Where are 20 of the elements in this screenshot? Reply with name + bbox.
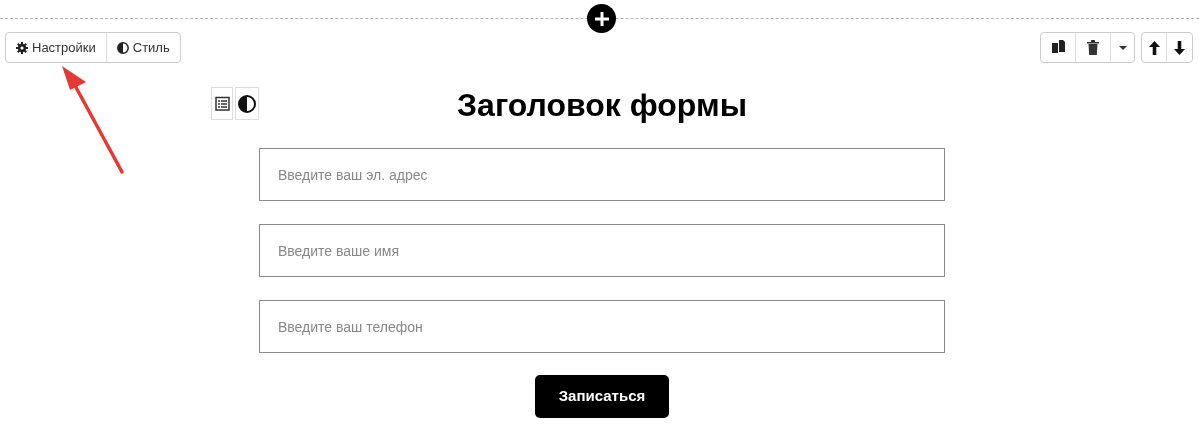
gear-icon [16, 41, 28, 54]
submit-button[interactable]: Записаться [535, 375, 669, 418]
contrast-icon [116, 41, 129, 54]
arrow-down-icon [1174, 40, 1185, 55]
plus-icon [593, 10, 610, 27]
input-field[interactable]: Введите ваш эл. адрес [259, 148, 945, 201]
form-style-button[interactable] [235, 87, 259, 120]
add-block-button[interactable] [587, 4, 616, 33]
contrast-icon [238, 94, 256, 113]
input-field[interactable]: Введите ваше имя [259, 224, 945, 277]
trash-icon [1087, 40, 1099, 55]
copy-icon [1051, 40, 1065, 55]
caret-icon [1118, 45, 1127, 50]
form-title: Заголовок формы [457, 86, 747, 125]
arrow-up-icon [1148, 40, 1160, 55]
settings-button[interactable]: Настройки [6, 33, 106, 62]
input-field[interactable]: Введите ваш телефон [259, 300, 945, 353]
form-settings-button[interactable] [211, 87, 233, 120]
style-button[interactable]: Стиль [105, 33, 180, 62]
notepad-icon [214, 96, 230, 111]
